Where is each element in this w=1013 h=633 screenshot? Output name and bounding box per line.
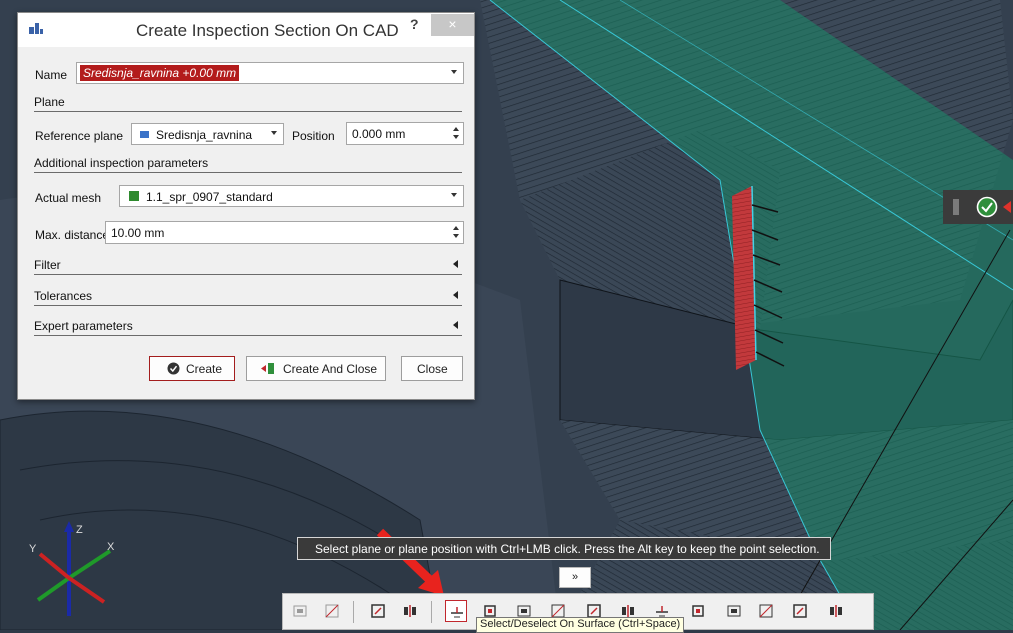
expand-toolbar-button[interactable]: » <box>559 567 591 588</box>
actual-mesh-select[interactable]: 1.1_spr_0907_standard <box>119 185 464 207</box>
toolbar-separator <box>353 601 354 623</box>
invert-selection-icon <box>371 604 385 618</box>
dialog-title: Create Inspection Section On CAD <box>136 21 399 40</box>
select-visible-icon <box>293 605 307 617</box>
additional-params-header: Additional inspection parameters <box>34 156 462 173</box>
help-button[interactable]: ? <box>410 16 419 32</box>
spin-arrows-icon[interactable] <box>453 225 459 239</box>
plane-header-label: Plane <box>34 95 65 109</box>
dialog-titlebar[interactable]: Create Inspection Section On CAD ? × <box>18 13 474 47</box>
position-value: 0.000 mm <box>352 127 406 141</box>
max-distance-spinbox[interactable]: 10.00 mm <box>105 221 464 244</box>
deselect-all-button[interactable] <box>789 600 811 622</box>
create-button[interactable]: Create <box>149 356 235 381</box>
axis-label-x: X <box>107 541 115 553</box>
position-spinbox[interactable]: 0.000 mm <box>346 122 464 145</box>
deselect-all-icon <box>793 604 807 618</box>
select-grid-button[interactable] <box>687 600 709 622</box>
create-button-label: Create <box>186 362 223 376</box>
select-through-button[interactable] <box>399 600 421 622</box>
select-all-button[interactable] <box>755 600 777 622</box>
select-bounded-icon <box>727 605 741 617</box>
status-hint-text: Select plane or plane position with Ctrl… <box>315 542 820 556</box>
expert-params-label: Expert parameters <box>34 319 133 333</box>
chevron-down-icon[interactable] <box>451 193 457 197</box>
actual-mesh-label: Actual mesh <box>35 191 102 205</box>
select-bounded-button[interactable] <box>723 600 745 622</box>
selection-options-button[interactable] <box>825 600 847 622</box>
reference-plane-value: Sredisnja_ravnina <box>156 128 253 142</box>
filter-section[interactable]: Filter <box>34 258 462 275</box>
axis-label-z: Z <box>76 524 83 536</box>
tooltip: Select/Deselect On Surface (Ctrl+Space) <box>476 617 685 633</box>
reference-plane-select[interactable]: Sredisnja_ravnina <box>131 123 284 145</box>
name-label: Name <box>35 68 68 82</box>
create-and-close-button[interactable]: Create And Close <box>246 356 386 381</box>
select-grid-icon <box>692 605 704 617</box>
actual-mesh-value: 1.1_spr_0907_standard <box>146 190 273 204</box>
deselect-button[interactable] <box>321 600 343 622</box>
chevron-down-icon[interactable] <box>451 70 457 74</box>
select-visible-button[interactable] <box>289 600 311 622</box>
app-icon <box>29 23 43 34</box>
plane-section-header: Plane <box>34 95 462 112</box>
select-all-icon <box>759 604 773 618</box>
cancel-arrow-icon[interactable] <box>1003 199 1013 215</box>
create-inspection-section-dialog: Create Inspection Section On CAD ? × Nam… <box>17 12 475 400</box>
accept-icon[interactable] <box>976 196 998 218</box>
close-button[interactable]: Close <box>401 356 463 381</box>
invert-selection-button[interactable] <box>367 600 389 622</box>
additional-header-label: Additional inspection parameters <box>34 156 209 170</box>
toolbar-separator <box>431 601 432 623</box>
chevron-down-icon[interactable] <box>271 131 277 135</box>
position-label: Position <box>292 129 335 143</box>
create-close-icon <box>261 363 274 374</box>
select-through-icon <box>404 605 416 617</box>
filter-label: Filter <box>34 258 61 272</box>
max-distance-value: 10.00 mm <box>111 226 165 240</box>
name-value: Sredisnja_ravnina +0.00 mm <box>80 65 240 81</box>
check-circle-icon <box>167 362 180 375</box>
viewport-action-panel <box>943 190 1013 224</box>
close-button-label: Close <box>417 362 448 376</box>
collapse-arrow-icon[interactable] <box>453 260 458 268</box>
create-and-close-label: Create And Close <box>283 362 378 376</box>
close-window-button[interactable]: × <box>431 14 474 36</box>
plane-icon <box>140 131 149 138</box>
tolerances-section[interactable]: Tolerances <box>34 289 462 306</box>
tolerances-label: Tolerances <box>34 289 93 303</box>
deselect-icon <box>325 604 339 618</box>
selection-options-icon <box>830 605 842 617</box>
expert-params-section[interactable]: Expert parameters <box>34 319 462 336</box>
mesh-icon <box>129 191 139 201</box>
max-distance-label: Max. distance <box>35 228 110 242</box>
reference-plane-label: Reference plane <box>35 129 124 143</box>
collapse-arrow-icon[interactable] <box>453 291 458 299</box>
select-on-surface-button[interactable] <box>445 600 467 622</box>
spin-arrows-icon[interactable] <box>453 126 459 140</box>
axis-label-y: Y <box>29 543 37 555</box>
status-hint-bar: Select plane or plane position with Ctrl… <box>297 537 831 560</box>
panel-handle[interactable] <box>953 199 959 215</box>
select-on-surface-icon <box>451 607 463 618</box>
name-field[interactable]: Sredisnja_ravnina +0.00 mm <box>76 62 464 84</box>
collapse-arrow-icon[interactable] <box>453 321 458 329</box>
